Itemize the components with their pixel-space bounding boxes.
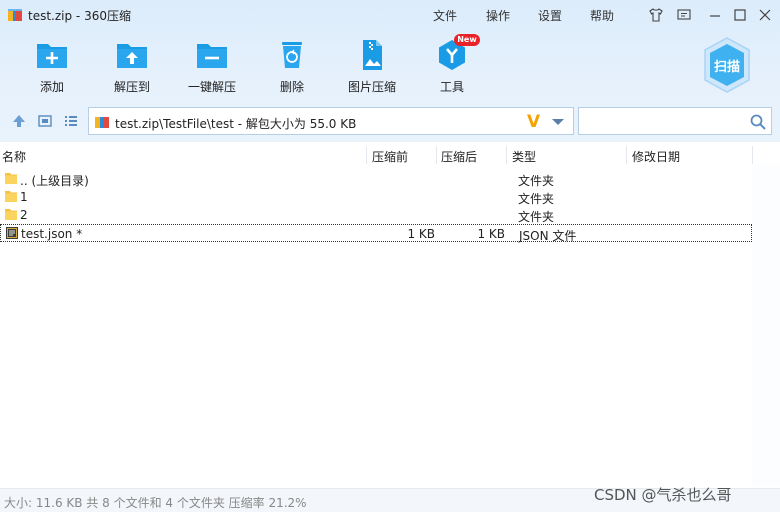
app-icon [8,9,22,21]
column-type[interactable]: 类型 [512,148,536,165]
recycle-bin-icon [282,42,302,68]
file-type: 文件夹 [518,210,555,224]
file-size-after: 1 KB [477,227,505,241]
scan-label: 扫描 [713,60,740,75]
add-folder-icon [37,44,67,68]
v-logo-icon[interactable]: V [527,112,540,132]
address-dropdown-icon[interactable] [552,119,564,125]
column-name[interactable]: 名称 [2,148,26,165]
list-item[interactable]: 2 文件夹 [0,206,752,224]
thumbnail-view-icon[interactable] [37,113,53,129]
add-button[interactable]: 添加 [17,38,87,100]
image-compress-label: 图片压缩 [347,80,396,94]
menu-settings[interactable]: 设置 [538,7,562,24]
skin-button[interactable] [647,6,665,24]
folder-icon [5,209,17,220]
close-button[interactable] [756,6,774,24]
zip-archive-icon [95,117,109,128]
close-icon [759,9,771,21]
file-name: test.json * [21,227,83,241]
folder-icon [5,191,17,202]
column-divider [626,146,627,164]
folder-icon [5,173,17,184]
file-type: JSON 文件 [519,229,577,243]
list-view-icon[interactable] [63,113,79,129]
json-file-icon [6,227,18,239]
menu-file[interactable]: 文件 [433,7,457,24]
status-text: 大小: 11.6 KB 共 8 个文件和 4 个文件夹 压缩率 21.2% [4,496,307,510]
feedback-button[interactable] [675,6,693,24]
title-bar: test.zip - 360压缩 文件 操作 设置 帮助 [0,0,780,30]
image-compress-button[interactable]: 图片压缩 [337,38,407,100]
tools-label: 工具 [439,80,464,94]
extract-to-label: 解压到 [113,80,150,94]
column-divider [436,146,437,164]
file-type: 文件夹 [518,192,555,206]
file-name: 1 [20,190,28,204]
address-path: test.zip\TestFile\test - 解包大小为 55.0 KB [115,117,357,131]
file-size-before: 1 KB [407,227,435,241]
search-icon[interactable] [749,113,767,131]
column-before[interactable]: 压缩前 [372,148,408,165]
file-name: .. (上级目录) [20,174,89,188]
vertical-scrollbar[interactable] [752,165,780,487]
one-click-extract-button[interactable]: 一键解压 [177,38,247,100]
one-click-extract-icon [197,44,227,68]
tools-button[interactable]: 工具 [417,38,487,100]
list-item[interactable]: 1 文件夹 [0,188,752,206]
file-type: 文件夹 [518,174,555,188]
add-label: 添加 [39,80,64,94]
extract-to-button[interactable]: 解压到 [97,38,167,100]
minimize-icon [710,15,720,17]
column-after[interactable]: 压缩后 [441,148,477,165]
new-badge: New [454,34,480,46]
maximize-button[interactable] [731,6,749,24]
menu-help[interactable]: 帮助 [590,7,614,24]
window-title: test.zip - 360压缩 [28,9,131,23]
scan-button[interactable]: 扫描 [702,36,752,94]
message-icon [677,9,691,20]
column-divider [506,146,507,164]
up-arrow-icon[interactable] [11,113,27,129]
list-item[interactable]: test.json * 1 KB 1 KB JSON 文件 [0,224,752,243]
maximize-icon [734,9,746,21]
delete-button[interactable]: 删除 [257,38,327,100]
delete-label: 删除 [279,80,304,94]
file-name: 2 [20,208,28,222]
column-modified[interactable]: 修改日期 [632,148,680,165]
extract-folder-icon [117,44,147,68]
list-header: 名称 压缩前 压缩后 类型 修改日期 [0,145,780,165]
watermark: CSDN @气杀也么哥 [594,486,732,504]
column-divider [752,146,753,164]
list-item[interactable]: .. (上级目录) 文件夹 [0,170,752,188]
tshirt-icon [649,8,663,22]
one-click-extract-label: 一键解压 [187,80,236,94]
image-zip-icon [363,40,382,70]
minimize-button[interactable] [706,6,724,24]
address-bar[interactable]: test.zip\TestFile\test - 解包大小为 55.0 KB V [88,107,574,135]
search-field[interactable] [578,107,772,135]
column-divider [366,146,367,164]
menu-operate[interactable]: 操作 [486,7,510,24]
toolbar-area: test.zip - 360压缩 文件 操作 设置 帮助 添加 解压到 一键解压… [0,0,780,142]
